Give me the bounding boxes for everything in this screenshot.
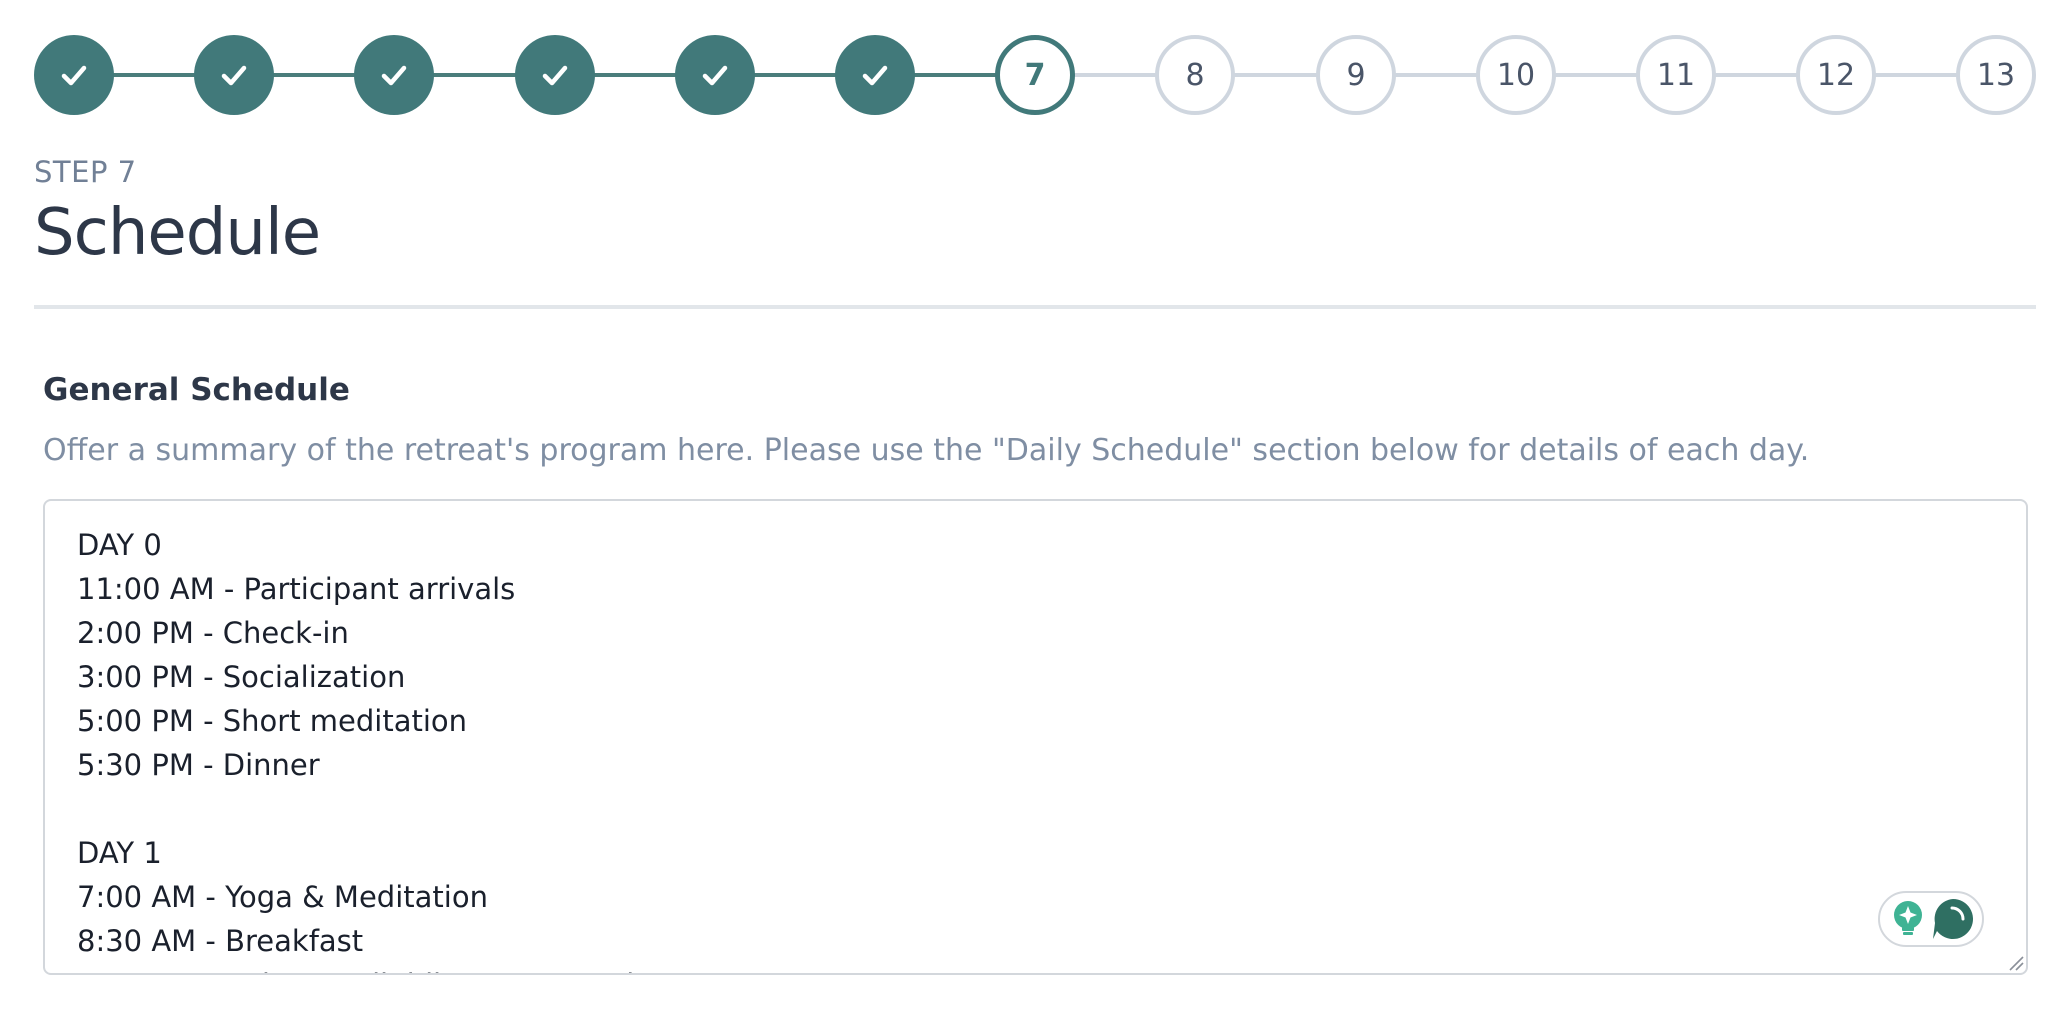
step-2[interactable] xyxy=(194,35,274,115)
step-4[interactable] xyxy=(515,35,595,115)
step-12: 12 xyxy=(1796,35,1876,115)
check-icon xyxy=(61,65,87,86)
general-schedule-title: General Schedule xyxy=(43,372,350,408)
step-number: 8 xyxy=(1185,57,1205,93)
check-icon xyxy=(221,65,247,86)
step-number: 10 xyxy=(1496,57,1536,93)
header-divider xyxy=(34,305,2036,309)
step-10: 10 xyxy=(1476,35,1556,115)
step-number: 7 xyxy=(1024,57,1046,93)
check-icon xyxy=(702,65,728,86)
check-icon xyxy=(862,65,888,86)
step-7[interactable]: 7 xyxy=(995,35,1075,115)
step-number: 11 xyxy=(1656,57,1696,93)
lightbulb-sparkle-icon[interactable] xyxy=(1890,899,1926,939)
page-title: Schedule xyxy=(34,196,321,270)
general-schedule-help: Offer a summary of the retreat's program… xyxy=(43,433,1810,468)
step-11: 11 xyxy=(1636,35,1716,115)
step-6[interactable] xyxy=(835,35,915,115)
step-5[interactable] xyxy=(675,35,755,115)
writing-assistant-widget[interactable] xyxy=(1878,891,1984,947)
resize-handle-icon[interactable] xyxy=(2006,953,2024,971)
step-3[interactable] xyxy=(354,35,434,115)
progress-stepper: 7 8 9 10 11 12 13 xyxy=(34,35,2036,115)
step-kicker: STEP 7 xyxy=(34,155,137,189)
general-schedule-text[interactable]: DAY 0 11:00 AM - Participant arrivals 2:… xyxy=(45,501,2026,973)
step-9: 9 xyxy=(1316,35,1396,115)
check-icon xyxy=(381,65,407,86)
general-schedule-textarea[interactable]: DAY 0 11:00 AM - Participant arrivals 2:… xyxy=(43,499,2028,975)
step-13: 13 xyxy=(1956,35,2036,115)
step-8: 8 xyxy=(1155,35,1235,115)
step-1[interactable] xyxy=(34,35,114,115)
check-icon xyxy=(542,65,568,86)
step-number: 13 xyxy=(1976,57,2016,93)
step-number: 9 xyxy=(1346,57,1366,93)
chat-bubble-icon[interactable] xyxy=(1930,896,1976,942)
step-number: 12 xyxy=(1816,57,1856,93)
